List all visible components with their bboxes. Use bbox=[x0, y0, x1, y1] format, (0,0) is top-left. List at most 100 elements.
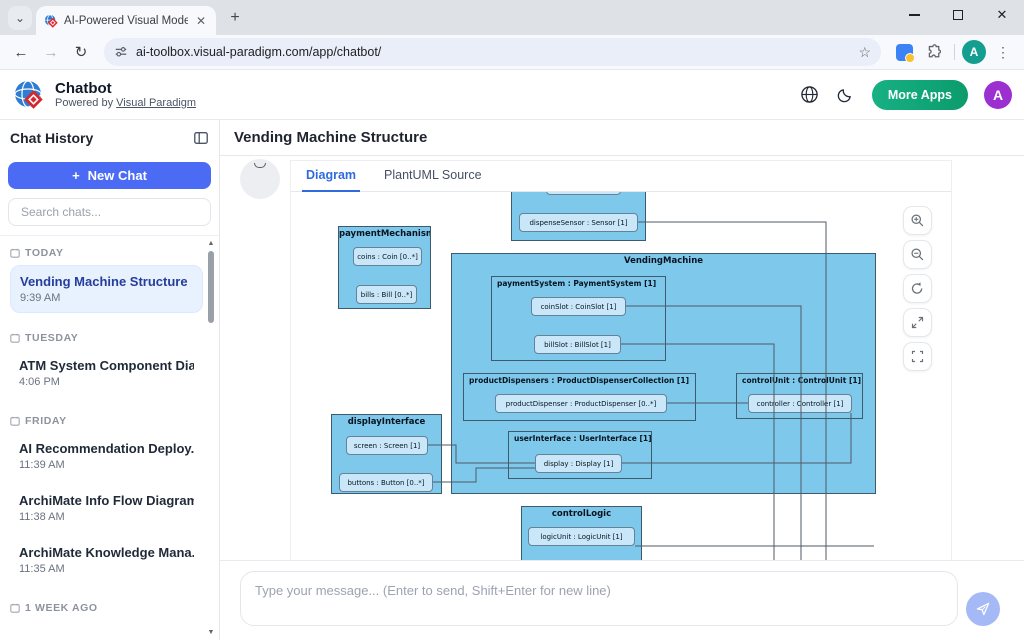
tab-search-icon[interactable]: ⌄ bbox=[8, 6, 32, 30]
back-button[interactable]: ← bbox=[8, 39, 34, 65]
dark-mode-moon-icon[interactable] bbox=[836, 85, 856, 105]
diagram-part-clipped bbox=[546, 192, 621, 195]
new-chat-label: New Chat bbox=[88, 168, 147, 183]
browser-profile-avatar[interactable]: A bbox=[962, 40, 986, 64]
visual-paradigm-link[interactable]: Visual Paradigm bbox=[116, 97, 196, 109]
chat-item-time: 11:38 AM bbox=[19, 511, 194, 523]
minimize-button[interactable] bbox=[892, 0, 936, 30]
tab-plantuml-source[interactable]: PlantUML Source bbox=[384, 168, 482, 191]
expand-icon bbox=[910, 315, 925, 330]
chat-item-title: ArchiMate Knowledge Mana... bbox=[19, 545, 194, 560]
extension-badge-icon[interactable] bbox=[891, 39, 917, 65]
node-title: paymentMechanism bbox=[339, 227, 430, 239]
scrollbar-thumb[interactable] bbox=[208, 251, 214, 323]
chat-group-today: TODAY bbox=[10, 247, 203, 259]
reset-view-button[interactable] bbox=[903, 274, 932, 303]
chat-group-week-ago: 1 WEEK AGO bbox=[10, 602, 203, 614]
tab-diagram[interactable]: Diagram bbox=[306, 168, 356, 191]
sidebar-scrollbar[interactable]: ▲ ▼ bbox=[206, 238, 216, 638]
toolbar-separator bbox=[954, 44, 955, 60]
more-apps-button[interactable]: More Apps bbox=[872, 80, 968, 110]
zoom-in-button[interactable] bbox=[903, 206, 932, 235]
app-subtitle: Powered by Visual Paradigm bbox=[55, 97, 196, 109]
diagram-part-coins: coins : Coin [0..*] bbox=[353, 247, 422, 266]
reset-view-icon bbox=[910, 281, 925, 296]
browser-toolbar: ← → ↻ ai-toolbox.visual-paradigm.com/app… bbox=[0, 35, 1024, 70]
close-window-button[interactable]: ✕ bbox=[980, 0, 1024, 30]
message-composer bbox=[220, 560, 1024, 640]
group-label: 1 WEEK AGO bbox=[25, 602, 98, 614]
diagram-part-dispense-sensor: dispenseSensor : Sensor [1] bbox=[519, 213, 638, 232]
chat-item-time: 11:39 AM bbox=[19, 459, 194, 471]
diagram-part-screen: screen : Screen [1] bbox=[346, 436, 428, 455]
node-title: displayInterface bbox=[332, 415, 441, 427]
tab-title: AI-Powered Visual Modeling Ch bbox=[64, 15, 188, 27]
language-globe-icon[interactable] bbox=[800, 85, 820, 105]
vp-logo bbox=[12, 78, 46, 112]
scroll-down-icon[interactable]: ▼ bbox=[206, 629, 216, 636]
site-settings-icon[interactable] bbox=[114, 45, 128, 59]
user-avatar[interactable]: A bbox=[984, 81, 1012, 109]
sidebar-toggle-icon[interactable] bbox=[193, 130, 209, 146]
assistant-avatar bbox=[240, 159, 280, 199]
chat-history-sidebar: Chat History + New Chat TODAY Vending Ma… bbox=[0, 120, 220, 640]
diagram-card: Diagram PlantUML Source dispenseSensor :… bbox=[290, 160, 952, 560]
chat-item-ai-recommendation[interactable]: AI Recommendation Deploy... 11:39 AM bbox=[10, 433, 203, 479]
app-brand: Chatbot Powered by Visual Paradigm bbox=[12, 78, 196, 112]
node-title: controlLogic bbox=[522, 507, 641, 519]
close-window-icon: ✕ bbox=[997, 7, 1008, 23]
diagram-part-display: display : Display [1] bbox=[535, 454, 622, 473]
diagram-part-bill-slot: billSlot : BillSlot [1] bbox=[534, 335, 621, 354]
chat-item-title: AI Recommendation Deploy... bbox=[19, 441, 194, 456]
chat-item-archimate-info-flow[interactable]: ArchiMate Info Flow Diagram 11:38 AM bbox=[10, 485, 203, 531]
chat-item-archimate-knowledge[interactable]: ArchiMate Knowledge Mana... 11:35 AM bbox=[10, 537, 203, 583]
new-chat-button[interactable]: + New Chat bbox=[8, 162, 211, 189]
diagram-tabs: Diagram PlantUML Source bbox=[291, 161, 951, 192]
reload-button[interactable]: ↻ bbox=[68, 39, 94, 65]
expand-button[interactable] bbox=[903, 308, 932, 337]
calendar-icon bbox=[10, 603, 20, 613]
zoom-out-icon bbox=[910, 247, 925, 262]
diagram-part-product-dispenser: productDispenser : ProductDispenser [0..… bbox=[495, 394, 667, 413]
minimize-icon bbox=[909, 14, 920, 16]
browser-menu-icon[interactable]: ⋮ bbox=[990, 39, 1016, 65]
scroll-up-icon[interactable]: ▲ bbox=[206, 240, 216, 247]
node-title: VendingMachine bbox=[452, 254, 875, 266]
sidebar-title: Chat History bbox=[10, 130, 93, 146]
chat-item-time: 9:39 AM bbox=[20, 292, 193, 304]
plus-icon: + bbox=[72, 168, 80, 183]
chat-item-vending-machine[interactable]: Vending Machine Structure 9:39 AM bbox=[10, 265, 203, 313]
chat-item-title: ATM System Component Dia... bbox=[19, 358, 194, 373]
chat-item-time: 4:06 PM bbox=[19, 376, 194, 388]
address-bar[interactable]: ai-toolbox.visual-paradigm.com/app/chatb… bbox=[104, 38, 881, 66]
group-label: TUESDAY bbox=[25, 332, 78, 344]
send-button[interactable] bbox=[966, 592, 1000, 626]
forward-button[interactable]: → bbox=[38, 39, 64, 65]
search-chats-input[interactable] bbox=[8, 198, 211, 226]
diagram-zoom-controls bbox=[903, 206, 932, 371]
chat-item-atm[interactable]: ATM System Component Dia... 4:06 PM bbox=[10, 350, 203, 396]
browser-tab[interactable]: AI-Powered Visual Modeling Ch ✕ bbox=[36, 6, 216, 35]
bookmark-star-icon[interactable]: ☆ bbox=[858, 44, 871, 61]
node-title: controlUnit : ControlUnit [1] bbox=[737, 374, 862, 385]
fullscreen-icon bbox=[910, 349, 925, 364]
chat-list: TODAY Vending Machine Structure 9:39 AM … bbox=[0, 236, 219, 640]
new-tab-button[interactable]: + bbox=[222, 5, 248, 31]
group-label: TODAY bbox=[25, 247, 64, 259]
zoom-out-button[interactable] bbox=[903, 240, 932, 269]
fullscreen-button[interactable] bbox=[903, 342, 932, 371]
calendar-icon bbox=[10, 333, 20, 343]
maximize-button[interactable] bbox=[936, 0, 980, 30]
vp-favicon bbox=[44, 14, 58, 28]
app-header: Chatbot Powered by Visual Paradigm More … bbox=[0, 70, 1024, 120]
calendar-icon bbox=[10, 416, 20, 426]
diagram-part-logic-unit: logicUnit : LogicUnit [1] bbox=[528, 527, 635, 546]
diagram-canvas[interactable]: dispenseSensor : Sensor [1] paymentMecha… bbox=[291, 192, 951, 560]
close-tab-icon[interactable]: ✕ bbox=[194, 14, 208, 28]
node-title: productDispensers : ProductDispenserColl… bbox=[464, 374, 695, 385]
url-text[interactable]: ai-toolbox.visual-paradigm.com/app/chatb… bbox=[136, 45, 850, 59]
extensions-puzzle-icon[interactable] bbox=[921, 39, 947, 65]
message-input[interactable] bbox=[240, 571, 958, 626]
main-panel: Vending Machine Structure Diagram PlantU… bbox=[220, 120, 1024, 640]
diagram-part-coin-slot: coinSlot : CoinSlot [1] bbox=[531, 297, 626, 316]
